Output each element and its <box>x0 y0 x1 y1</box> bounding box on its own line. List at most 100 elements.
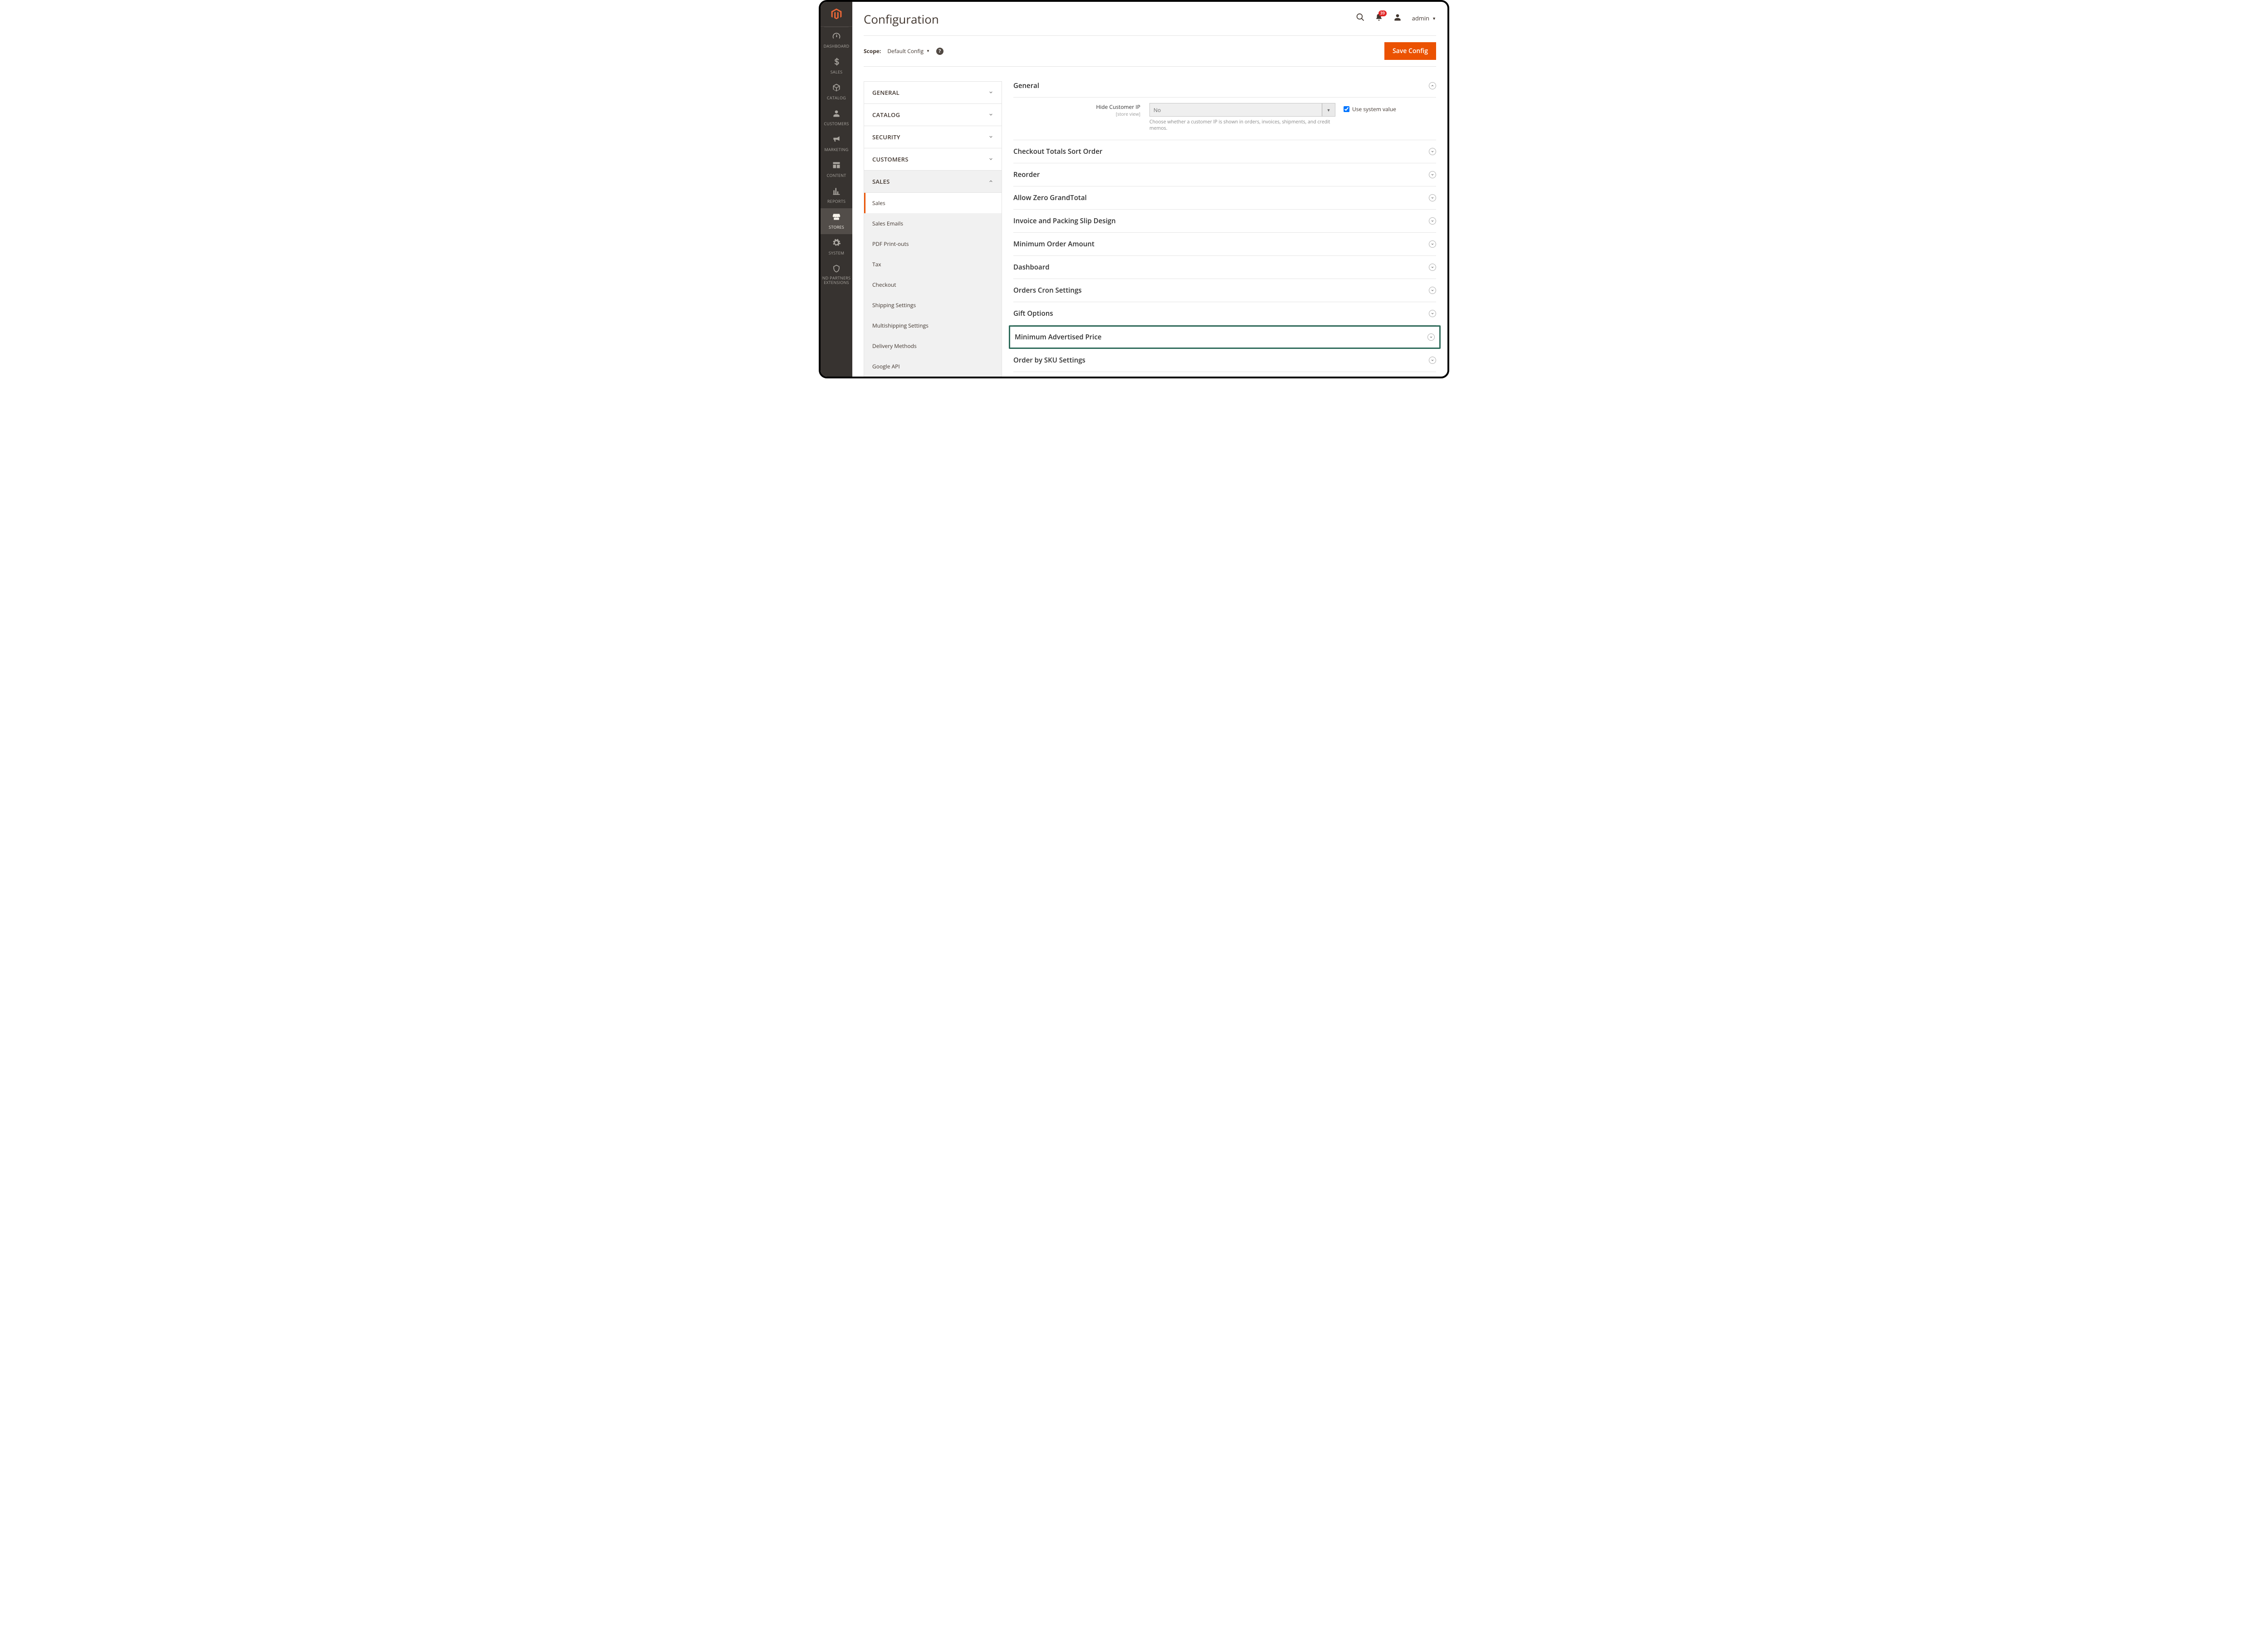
magento-logo[interactable] <box>821 2 852 27</box>
section-title: Order by SKU Settings <box>1013 356 1085 365</box>
expand-icon <box>1429 171 1436 178</box>
config-tabs: GENERAL CATALOG SECURITY CUSTOMERS SALES <box>864 81 1002 377</box>
nav-dashboard[interactable]: DASHBOARD <box>821 27 852 53</box>
section-title: Invoice and Packing Slip Design <box>1013 216 1116 225</box>
megaphone-icon <box>832 135 841 145</box>
expand-icon <box>1429 287 1436 294</box>
use-system-checkbox-input[interactable] <box>1344 106 1349 112</box>
collapse-icon <box>1429 82 1436 89</box>
nav-label: MARKETING <box>824 147 848 152</box>
section-gift-options[interactable]: Gift Options <box>1013 302 1436 325</box>
field-label: Hide Customer IP <box>1096 103 1140 111</box>
nav-system[interactable]: SYSTEM <box>821 234 852 260</box>
account-icon[interactable] <box>1393 13 1402 24</box>
nav-content[interactable]: CONTENT <box>821 157 852 182</box>
store-icon <box>832 212 841 223</box>
caret-down-icon: ▼ <box>1432 15 1436 21</box>
section-zero-grandtotal[interactable]: Allow Zero GrandTotal <box>1013 186 1436 210</box>
subtab-pdf-printouts[interactable]: PDF Print-outs <box>864 234 1002 254</box>
nav-stores[interactable]: STORES <box>821 208 852 234</box>
section-min-order[interactable]: Minimum Order Amount <box>1013 233 1436 256</box>
layout-icon <box>832 161 841 171</box>
config-panel: General Hide Customer IP [store view] No <box>1013 81 1436 377</box>
scope-label: Scope: <box>864 47 881 55</box>
nav-reports[interactable]: REPORTS <box>821 182 852 208</box>
nav-label: ND PARTNERS EXTENSIONS <box>821 276 851 285</box>
nav-label: DASHBOARD <box>824 43 850 49</box>
expand-icon <box>1429 240 1436 248</box>
subtab-sales-emails[interactable]: Sales Emails <box>864 213 1002 234</box>
section-reorder[interactable]: Reorder <box>1013 163 1436 186</box>
expand-icon <box>1427 333 1435 341</box>
tab-title: CATALOG <box>872 111 900 119</box>
nav-marketing[interactable]: MARKETING <box>821 131 852 157</box>
dollar-icon <box>832 57 841 68</box>
subtab-delivery-methods[interactable]: Delivery Methods <box>864 336 1002 356</box>
section-title: Gift Options <box>1013 309 1053 318</box>
tab-title: CUSTOMERS <box>872 155 909 163</box>
tab-group-sales[interactable]: SALES <box>864 171 1002 193</box>
expand-icon <box>1429 357 1436 364</box>
subtab-tax[interactable]: Tax <box>864 254 1002 274</box>
section-title: General <box>1013 81 1039 90</box>
expand-icon <box>1429 310 1436 317</box>
section-title: Reorder <box>1013 170 1040 179</box>
section-title: Orders Cron Settings <box>1013 286 1082 295</box>
help-icon[interactable]: ? <box>936 48 943 55</box>
main-content: Configuration 39 admin ▼ <box>852 2 1447 377</box>
nav-customers[interactable]: CUSTOMERS <box>821 105 852 131</box>
subtab-shipping-settings[interactable]: Shipping Settings <box>864 295 1002 315</box>
section-general[interactable]: General <box>1013 81 1436 98</box>
page-title: Configuration <box>864 11 939 27</box>
tab-title: SECURITY <box>872 133 900 141</box>
sales-subtabs: Sales Sales Emails PDF Print-outs Tax Ch… <box>864 193 1002 377</box>
nav-partners[interactable]: ND PARTNERS EXTENSIONS <box>821 260 852 289</box>
bars-icon <box>832 186 841 197</box>
notifications-icon[interactable]: 39 <box>1375 13 1383 23</box>
subtab-sales[interactable]: Sales <box>864 193 1002 213</box>
section-min-advertised-price[interactable]: Minimum Advertised Price <box>1009 325 1441 349</box>
chevron-down-icon <box>988 89 993 97</box>
section-title: Minimum Order Amount <box>1013 240 1095 249</box>
user-menu[interactable]: admin ▼ <box>1412 14 1436 22</box>
save-config-button[interactable]: Save Config <box>1384 42 1436 60</box>
user-label: admin <box>1412 14 1429 22</box>
tab-title: GENERAL <box>872 88 899 97</box>
admin-sidenav: DASHBOARD SALES CATALOG CUSTOMERS MARKET… <box>821 2 852 377</box>
tab-group-security[interactable]: SECURITY <box>864 126 1002 148</box>
section-checkout-totals[interactable]: Checkout Totals Sort Order <box>1013 140 1436 163</box>
nav-catalog[interactable]: CATALOG <box>821 79 852 105</box>
expand-icon <box>1429 264 1436 271</box>
subtab-checkout[interactable]: Checkout <box>864 274 1002 295</box>
scope-selector[interactable]: Default Config ▼ <box>887 47 930 55</box>
person-icon <box>832 109 841 119</box>
gear-icon <box>832 238 841 249</box>
section-title: Checkout Totals Sort Order <box>1013 147 1102 156</box>
scope-value: Default Config <box>887 47 924 55</box>
hide-customer-ip-select[interactable]: No <box>1149 103 1335 117</box>
section-title: Dashboard <box>1013 263 1050 272</box>
section-orders-cron[interactable]: Orders Cron Settings <box>1013 279 1436 302</box>
caret-down-icon: ▼ <box>926 49 930 54</box>
section-title: Minimum Advertised Price <box>1015 333 1101 342</box>
chevron-down-icon <box>988 156 993 163</box>
expand-icon <box>1429 217 1436 225</box>
puzzle-icon <box>832 264 841 274</box>
section-invoice-design[interactable]: Invoice and Packing Slip Design <box>1013 210 1436 233</box>
tab-group-general[interactable]: GENERAL <box>864 82 1002 104</box>
nav-label: CONTENT <box>826 172 846 178</box>
nav-sales[interactable]: SALES <box>821 53 852 79</box>
subtab-google-api[interactable]: Google API <box>864 356 1002 377</box>
tab-group-customers[interactable]: CUSTOMERS <box>864 148 1002 171</box>
tab-group-catalog[interactable]: CATALOG <box>864 104 1002 126</box>
section-dashboard[interactable]: Dashboard <box>1013 256 1436 279</box>
nav-label: CUSTOMERS <box>824 121 849 127</box>
use-system-value-checkbox[interactable]: Use system value <box>1335 105 1426 113</box>
gauge-icon <box>832 31 841 42</box>
cube-icon <box>832 83 841 93</box>
subtab-multishipping-settings[interactable]: Multishipping Settings <box>864 315 1002 336</box>
search-icon[interactable] <box>1356 13 1365 24</box>
section-order-by-sku[interactable]: Order by SKU Settings <box>1013 349 1436 372</box>
section-instant-purchase[interactable]: Instant Purchase <box>1013 372 1436 377</box>
nav-label: SALES <box>831 69 843 75</box>
